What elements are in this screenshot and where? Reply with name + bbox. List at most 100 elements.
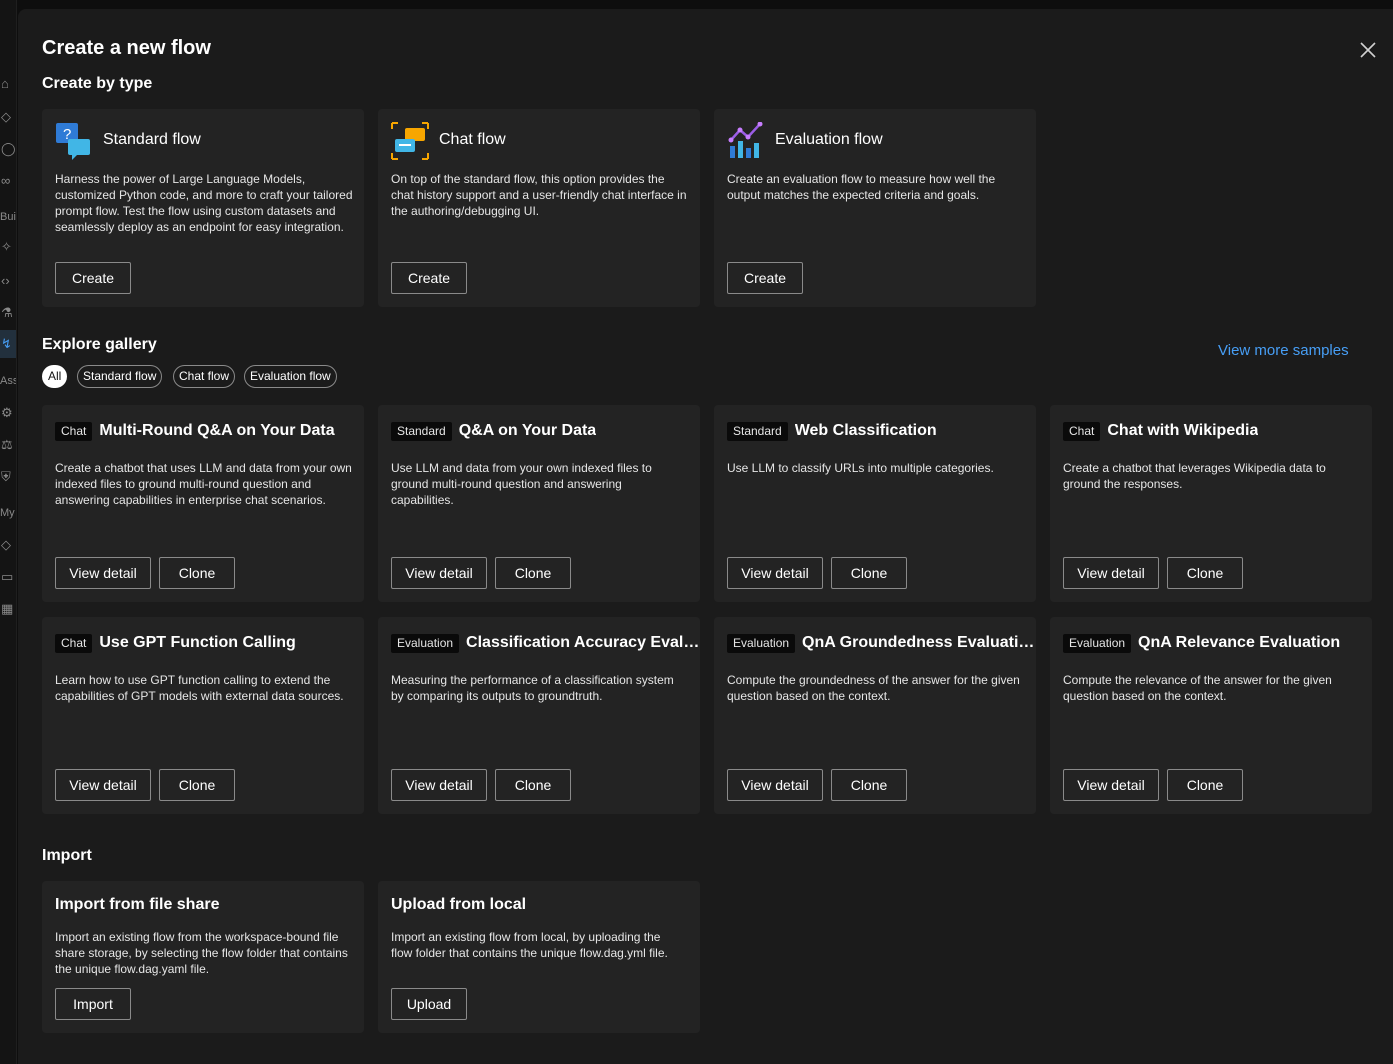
card-description: Compute the relevance of the answer for …	[1063, 673, 1332, 703]
view-detail-button[interactable]: View detail	[55, 557, 151, 589]
filter-all[interactable]: All	[42, 365, 68, 388]
card-description: On top of the standard flow, this option…	[391, 172, 687, 218]
flow-icon: ↯	[1, 336, 12, 351]
card-description: Harness the power of Large Language Mode…	[55, 172, 353, 234]
clone-button[interactable]: Clone	[159, 557, 235, 589]
card-description: Import an existing flow from local, by u…	[391, 930, 668, 960]
code-icon: ‹›	[1, 273, 10, 288]
gallery-card-header: Standard Q&A on Your Data	[391, 420, 701, 442]
gallery-card: Chat Chat with Wikipedia Create a chatbo…	[1050, 405, 1372, 602]
explore-gallery-heading: Explore gallery	[42, 336, 157, 353]
clone-button[interactable]: Clone	[495, 557, 571, 589]
shield-icon: ⛨	[1, 469, 11, 484]
background-sidebar: ⌂ ◇ ◯ ∞ Bui ✧ ‹› ⚗ ↯ Ass ⚙ ⚖ ⛨ My ◇ ▭ ▦	[0, 0, 17, 1064]
type-tag: Standard	[727, 421, 788, 441]
gallery-card-header: Evaluation Classification Accuracy Evalu…	[391, 632, 701, 654]
clone-button[interactable]: Clone	[159, 769, 235, 801]
type-tag: Evaluation	[1063, 633, 1132, 653]
card-title: Chat flow	[439, 131, 506, 148]
clone-button[interactable]: Clone	[831, 769, 907, 801]
gallery-card-header: Evaluation QnA Groundedness Evaluation	[727, 632, 1037, 654]
import-file-share-card: Import from file share Import an existin…	[42, 881, 364, 1033]
close-icon[interactable]	[1357, 39, 1379, 61]
gallery-card-title: Q&A on Your Data	[458, 422, 597, 439]
card-title: Evaluation flow	[775, 131, 883, 148]
gallery-card: Standard Q&A on Your Data Use LLM and da…	[378, 405, 700, 602]
gallery-card: Chat Multi-Round Q&A on Your Data Create…	[42, 405, 364, 602]
scale-icon: ⚖	[1, 437, 13, 452]
gallery-card-header: Chat Use GPT Function Calling	[55, 632, 365, 654]
clone-button[interactable]: Clone	[831, 557, 907, 589]
sidebar-section-label: Ass	[0, 375, 17, 387]
view-detail-button[interactable]: View detail	[391, 769, 487, 801]
gallery-card-header: Chat Chat with Wikipedia	[1063, 420, 1373, 442]
create-by-type-heading: Create by type	[42, 75, 153, 92]
gallery-card-title: Web Classification	[794, 422, 937, 439]
card-description: Create a chatbot that uses LLM and data …	[55, 461, 352, 507]
view-more-samples-link[interactable]: View more samples	[1218, 342, 1349, 359]
gallery-card-title: Classification Accuracy Evalu...	[466, 634, 701, 651]
import-button[interactable]: Import	[55, 988, 131, 1020]
clone-button[interactable]: Clone	[1167, 557, 1243, 589]
chat-icon: ◯	[1, 141, 16, 156]
view-detail-button[interactable]: View detail	[1063, 557, 1159, 589]
card-description: Create a chatbot that leverages Wikipedi…	[1063, 461, 1326, 491]
gallery-card-title: QnA Relevance Evaluation	[1138, 634, 1341, 651]
evaluation-flow-icon	[727, 121, 763, 158]
create-standard-flow-button[interactable]: Create	[55, 262, 131, 294]
gallery-card-title: Use GPT Function Calling	[99, 634, 296, 651]
card-description: Create an evaluation flow to measure how…	[727, 172, 996, 202]
filter-standard-flow[interactable]: Standard flow	[77, 365, 163, 388]
card-description: Compute the groundedness of the answer f…	[727, 673, 1020, 703]
standard-flow-card: ? Standard flow Harness the power of Lar…	[42, 109, 364, 307]
card-title: Upload from local	[391, 896, 527, 913]
create-flow-dialog: Create a new flow Create by type ? Stand…	[18, 9, 1393, 1064]
upload-button[interactable]: Upload	[391, 988, 467, 1020]
database-icon: ▭	[1, 569, 14, 584]
view-detail-button[interactable]: View detail	[727, 769, 823, 801]
view-detail-button[interactable]: View detail	[55, 769, 151, 801]
cube-icon: ◇	[1, 109, 11, 124]
clone-button[interactable]: Clone	[1167, 769, 1243, 801]
type-tag: Chat	[55, 421, 93, 441]
dialog-title: Create a new flow	[42, 37, 211, 59]
type-tag: Chat	[55, 633, 93, 653]
box-icon: ◇	[1, 537, 11, 552]
create-evaluation-flow-button[interactable]: Create	[727, 262, 803, 294]
sidebar-section-label: My	[0, 507, 15, 519]
card-description: Measuring the performance of a classific…	[391, 673, 674, 703]
gallery-card-title: Multi-Round Q&A on Your Data	[99, 422, 335, 439]
chat-flow-card: Chat flow On top of the standard flow, t…	[378, 109, 700, 307]
type-tag: Standard	[391, 421, 452, 441]
view-detail-button[interactable]: View detail	[1063, 769, 1159, 801]
view-detail-button[interactable]: View detail	[391, 557, 487, 589]
card-title: Standard flow	[103, 131, 201, 148]
home-icon: ⌂	[1, 76, 9, 91]
create-chat-flow-button[interactable]: Create	[391, 262, 467, 294]
card-description: Use LLM and data from your own indexed f…	[391, 461, 652, 507]
card-description: Import an existing flow from the workspa…	[55, 930, 348, 976]
build-icon: ✧	[1, 239, 12, 254]
apps-icon: ▦	[1, 601, 14, 616]
import-heading: Import	[42, 847, 92, 864]
card-description: Use LLM to classify URLs into multiple c…	[727, 461, 994, 475]
gallery-card: Standard Web Classification Use LLM to c…	[714, 405, 1036, 602]
gallery-card-title: Chat with Wikipedia	[1107, 422, 1259, 439]
type-tag: Evaluation	[391, 633, 460, 653]
sidebar-section-label: Bui	[0, 211, 16, 223]
evaluation-flow-card: Evaluation flow Create an evaluation flo…	[714, 109, 1036, 307]
type-tag: Chat	[1063, 421, 1101, 441]
gallery-card-header: Chat Multi-Round Q&A on Your Data	[55, 420, 365, 442]
filter-evaluation-flow[interactable]: Evaluation flow	[244, 365, 337, 388]
gallery-card-title: QnA Groundedness Evaluation	[802, 634, 1037, 651]
gallery-card: Evaluation Classification Accuracy Evalu…	[378, 617, 701, 814]
upload-local-card: Upload from local Import an existing flo…	[378, 881, 700, 1033]
clone-button[interactable]: Clone	[495, 769, 571, 801]
settings-icon: ⚙	[1, 405, 13, 420]
filter-chat-flow[interactable]: Chat flow	[173, 365, 236, 388]
gallery-card: Chat Use GPT Function Calling Learn how …	[42, 617, 364, 814]
gallery-card-header: Evaluation QnA Relevance Evaluation	[1063, 632, 1373, 654]
standard-flow-icon: ?	[55, 122, 91, 160]
type-tag: Evaluation	[727, 633, 796, 653]
view-detail-button[interactable]: View detail	[727, 557, 823, 589]
